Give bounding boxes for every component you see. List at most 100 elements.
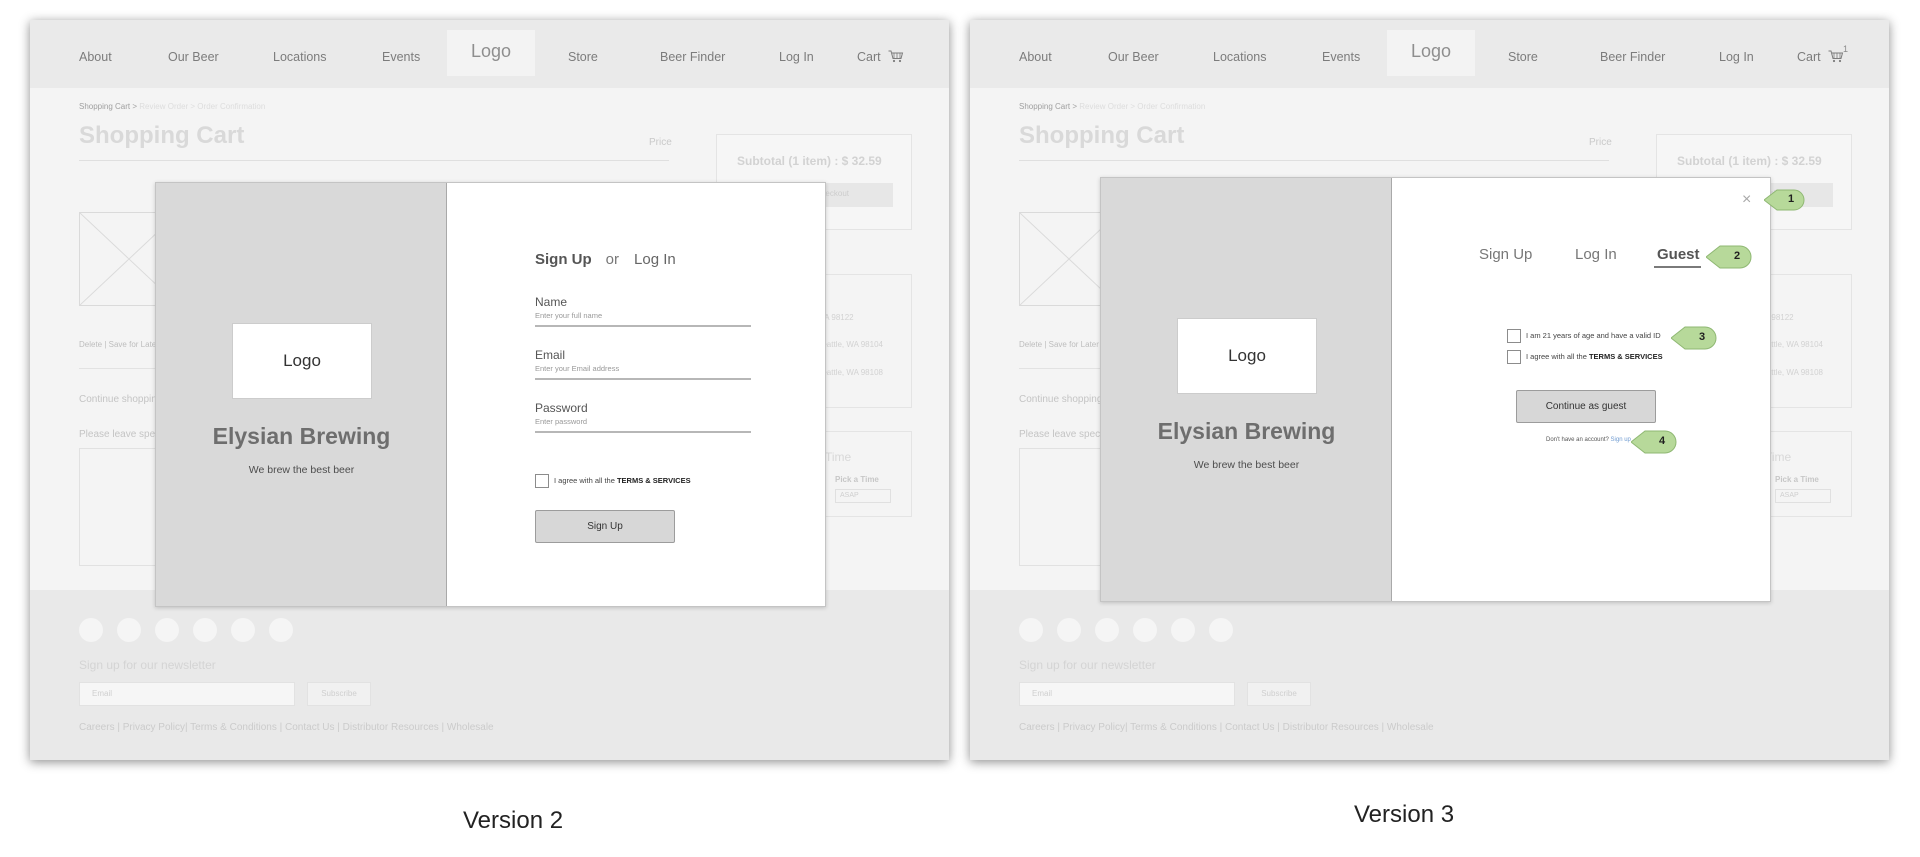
- social-icon[interactable]: [1209, 618, 1233, 642]
- callout-4: 4: [1630, 428, 1679, 461]
- nav-locations[interactable]: Locations: [273, 50, 327, 64]
- nav-logo[interactable]: Logo: [1387, 30, 1475, 76]
- footer-links[interactable]: Careers | Privacy Policy| Terms & Condit…: [1019, 722, 1434, 733]
- top-nav: About Our Beer Locations Events Logo Sto…: [970, 20, 1889, 88]
- version-3-frame: About Our Beer Locations Events Logo Sto…: [970, 20, 1889, 760]
- social-icon[interactable]: [1057, 618, 1081, 642]
- social-icon[interactable]: [1133, 618, 1157, 642]
- email-label: Email: [535, 348, 566, 362]
- subscribe-button[interactable]: Subscribe: [1247, 682, 1311, 706]
- nav-beer-finder[interactable]: Beer Finder: [1600, 50, 1665, 64]
- newsletter-title: Sign up for our newsletter: [1019, 658, 1156, 672]
- nav-events[interactable]: Events: [382, 50, 420, 64]
- active-tab-underline: [1654, 266, 1701, 268]
- email-field[interactable]: Email Enter your Email address: [535, 348, 751, 380]
- sign-up-button[interactable]: Sign Up: [535, 510, 675, 543]
- password-field[interactable]: Password Enter password: [535, 401, 751, 433]
- guest-checkout-modal: Logo Elysian Brewing We brew the best be…: [1100, 177, 1771, 602]
- callout-number: 3: [1699, 331, 1706, 343]
- breadcrumb-current[interactable]: Shopping Cart >: [1019, 102, 1077, 111]
- newsletter-email-input[interactable]: Email: [1019, 682, 1235, 706]
- terms-text: I agree with all the: [554, 475, 617, 485]
- store-address[interactable]: Seattle, WA 98104: [817, 340, 883, 349]
- nav-store[interactable]: Store: [568, 50, 598, 64]
- continue-shopping-link[interactable]: Continue shopping: [79, 394, 162, 405]
- password-placeholder: Enter password: [535, 417, 588, 426]
- callout-3: 3: [1670, 324, 1719, 357]
- age-checkbox[interactable]: [1507, 329, 1521, 343]
- nav-cart[interactable]: Cart: [857, 50, 904, 64]
- social-icon[interactable]: [1171, 618, 1195, 642]
- newsletter-email-input[interactable]: Email: [79, 682, 295, 706]
- social-icon[interactable]: [1095, 618, 1119, 642]
- name-placeholder: Enter your full name: [535, 311, 603, 320]
- store-address[interactable]: Seattle, WA 98108: [817, 368, 883, 377]
- nav-our-beer[interactable]: Our Beer: [1108, 50, 1159, 64]
- pick-time-select[interactable]: ASAP: [835, 489, 891, 503]
- social-icon[interactable]: [269, 618, 293, 642]
- nav-our-beer[interactable]: Our Beer: [168, 50, 219, 64]
- nav-about[interactable]: About: [79, 50, 112, 64]
- cart-icon: [1828, 50, 1844, 63]
- pickup-time-title: Time: [825, 450, 852, 464]
- item-actions[interactable]: Delete | Save for Later: [79, 340, 159, 349]
- top-nav: About Our Beer Locations Events Logo Sto…: [30, 20, 949, 88]
- social-icon[interactable]: [231, 618, 255, 642]
- subtotal-text: Subtotal (1 item) : $ 32.59: [737, 154, 882, 168]
- brand-panel: Logo Elysian Brewing We brew the best be…: [156, 183, 447, 606]
- callout-marker-icon: [1763, 189, 1805, 211]
- breadcrumb-current[interactable]: Shopping Cart >: [79, 102, 137, 111]
- tab-log-in[interactable]: Log In: [634, 251, 676, 268]
- sign-up-link[interactable]: Sign up: [1611, 437, 1631, 443]
- brand-tagline: We brew the best beer: [248, 464, 355, 476]
- password-underline: [535, 431, 751, 433]
- terms-link[interactable]: TERMS & SERVICES: [1589, 352, 1663, 361]
- terms-agreement: I agree with all the TERMS & SERVICES: [535, 474, 691, 488]
- footer-links[interactable]: Careers | Privacy Policy| Terms & Condit…: [79, 722, 494, 733]
- tab-sign-up[interactable]: Sign Up: [535, 251, 592, 268]
- continue-shopping-link[interactable]: Continue shopping: [1019, 394, 1102, 405]
- social-icon[interactable]: [1019, 618, 1043, 642]
- close-icon[interactable]: ×: [1742, 192, 1751, 208]
- brand-panel: Logo Elysian Brewing We brew the best be…: [1101, 178, 1392, 601]
- social-icon[interactable]: [193, 618, 217, 642]
- page-title: Shopping Cart: [1019, 122, 1185, 149]
- nav-events[interactable]: Events: [1322, 50, 1360, 64]
- cart-count-badge: 1: [1843, 44, 1849, 54]
- nav-about[interactable]: About: [1019, 50, 1052, 64]
- title-divider: [79, 160, 669, 161]
- callout-marker-icon: [1670, 326, 1717, 350]
- newsletter-title: Sign up for our newsletter: [79, 658, 216, 672]
- social-icon[interactable]: [79, 618, 103, 642]
- nav-beer-finder[interactable]: Beer Finder: [660, 50, 725, 64]
- name-field[interactable]: Name Enter your full name: [535, 295, 751, 327]
- terms-checkbox[interactable]: [535, 474, 549, 488]
- wireframe-comparison: About Our Beer Locations Events Logo Sto…: [0, 0, 1920, 857]
- terms-checkbox[interactable]: [1507, 350, 1521, 364]
- callout-marker-icon: [1630, 430, 1677, 454]
- page-title: Shopping Cart: [79, 122, 245, 149]
- brand-tagline: We brew the best beer: [1193, 459, 1300, 471]
- nav-store[interactable]: Store: [1508, 50, 1538, 64]
- social-icon[interactable]: [117, 618, 141, 642]
- version-3-caption: Version 3: [1354, 801, 1455, 828]
- nav-log-in[interactable]: Log In: [1719, 50, 1754, 64]
- nav-locations[interactable]: Locations: [1213, 50, 1267, 64]
- nav-log-in[interactable]: Log In: [779, 50, 814, 64]
- nav-cart[interactable]: Cart: [1797, 50, 1844, 64]
- pick-time-select[interactable]: ASAP: [1775, 489, 1831, 503]
- nav-logo[interactable]: Logo: [447, 30, 535, 76]
- social-icon[interactable]: [155, 618, 179, 642]
- continue-as-guest-button[interactable]: Continue as guest: [1516, 390, 1656, 423]
- breadcrumb-next: Review Order > Order Confirmation: [1079, 102, 1206, 111]
- breadcrumb: Shopping Cart > Review Order > Order Con…: [79, 102, 265, 111]
- tab-log-in[interactable]: Log In: [1575, 246, 1617, 263]
- tab-sign-up[interactable]: Sign Up: [1479, 246, 1532, 263]
- callout-marker-icon: [1705, 245, 1752, 269]
- subscribe-button[interactable]: Subscribe: [307, 682, 371, 706]
- item-actions[interactable]: Delete | Save for Later: [1019, 340, 1099, 349]
- cart-icon: [888, 50, 904, 63]
- terms-link[interactable]: TERMS & SERVICES: [617, 476, 691, 485]
- tab-guest[interactable]: Guest: [1657, 246, 1700, 263]
- email-underline: [535, 378, 751, 380]
